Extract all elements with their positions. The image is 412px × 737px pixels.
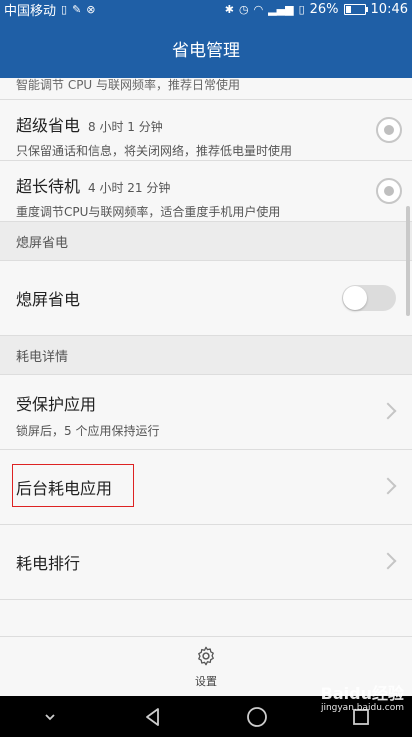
battery-icon (343, 3, 368, 15)
mode-radio-super-saving[interactable] (376, 117, 402, 143)
mode-radio-ultra-standby[interactable] (376, 178, 402, 204)
protected-apps-label: 受保护应用 (16, 395, 97, 414)
signal-icon: ▂▄▆ (268, 2, 294, 16)
mode-title: 超长待机 (16, 177, 81, 196)
page-title: 省电管理 (172, 40, 240, 61)
alarm-icon: ◷ (238, 2, 249, 16)
section-header-screen-off: 熄屏省电 (0, 222, 412, 261)
settings-button[interactable]: 设置 (195, 645, 217, 689)
wifi-icon: ◠ (253, 2, 264, 16)
gear-icon (198, 646, 214, 665)
status-bar: 中国移动 ▯ ✎ ⊗ ✱ ◷ ◠ ▂▄▆ ▯ 26% 10:46 (0, 0, 412, 19)
mode-time: 4 小时 21 分钟 (88, 181, 171, 195)
notification-icon: ⊗ (86, 2, 96, 16)
scrollbar[interactable] (406, 206, 410, 316)
settings-label: 设置 (195, 674, 217, 688)
screen-off-saving-toggle[interactable] (342, 285, 396, 311)
protected-apps-desc: 锁屏后，5 个应用保持运行 (16, 424, 160, 438)
settings-list[interactable]: 智能调节 CPU 与联网频率，推荐日常使用 超级省电 8 小时 1 分钟 只保留通… (0, 78, 412, 636)
chevron-down-icon[interactable] (41, 708, 59, 726)
watermark: Baidu经验 jingyan.baidu.com (321, 686, 404, 716)
battery-percent: 26% (309, 1, 339, 17)
screen-off-saving-row[interactable]: 熄屏省电 (0, 261, 412, 336)
power-ranking-label: 耗电排行 (16, 554, 81, 573)
watermark-url: jingyan.baidu.com (320, 703, 404, 713)
mode-desc: 只保留通话和信息，将关闭网络，推荐低电量时使用 (16, 144, 293, 158)
mode-title: 超级省电 (16, 116, 81, 135)
edit-icon: ✎ (72, 2, 82, 16)
back-icon[interactable] (142, 706, 164, 728)
screen-off-saving-label: 熄屏省电 (16, 290, 81, 309)
power-ranking-row[interactable]: 耗电排行 (0, 525, 412, 600)
carrier-label: 中国移动 (4, 3, 57, 19)
mode-desc: 重度调节CPU与联网频率，适合重度手机用户使用 (16, 205, 281, 219)
mode-item-smart-partial[interactable]: 智能调节 CPU 与联网频率，推荐日常使用 (0, 78, 412, 100)
home-icon[interactable] (246, 706, 268, 728)
background-apps-row[interactable]: 后台耗电应用 (0, 450, 412, 525)
vibrate-icon: ▯ (298, 2, 305, 16)
app-header: 省电管理 (0, 18, 412, 78)
mode-desc: 智能调节 CPU 与联网频率，推荐日常使用 (16, 78, 241, 92)
sim-icon: ▯ (61, 2, 68, 16)
mode-item-super-saving[interactable]: 超级省电 8 小时 1 分钟 只保留通话和信息，将关闭网络，推荐低电量时使用 (0, 100, 412, 161)
chevron-right-icon (379, 552, 397, 570)
mode-item-ultra-standby[interactable]: 超长待机 4 小时 21 分钟 重度调节CPU与联网频率，适合重度手机用户使用 (0, 161, 412, 222)
chevron-right-icon (379, 477, 397, 495)
bluetooth-icon: ✱ (224, 2, 234, 16)
section-header-power-details: 耗电详情 (0, 336, 412, 375)
mode-time: 8 小时 1 分钟 (88, 120, 163, 134)
protected-apps-row[interactable]: 受保护应用 锁屏后，5 个应用保持运行 (0, 375, 412, 450)
clock: 10:46 (370, 1, 408, 17)
highlight-box (12, 464, 134, 507)
